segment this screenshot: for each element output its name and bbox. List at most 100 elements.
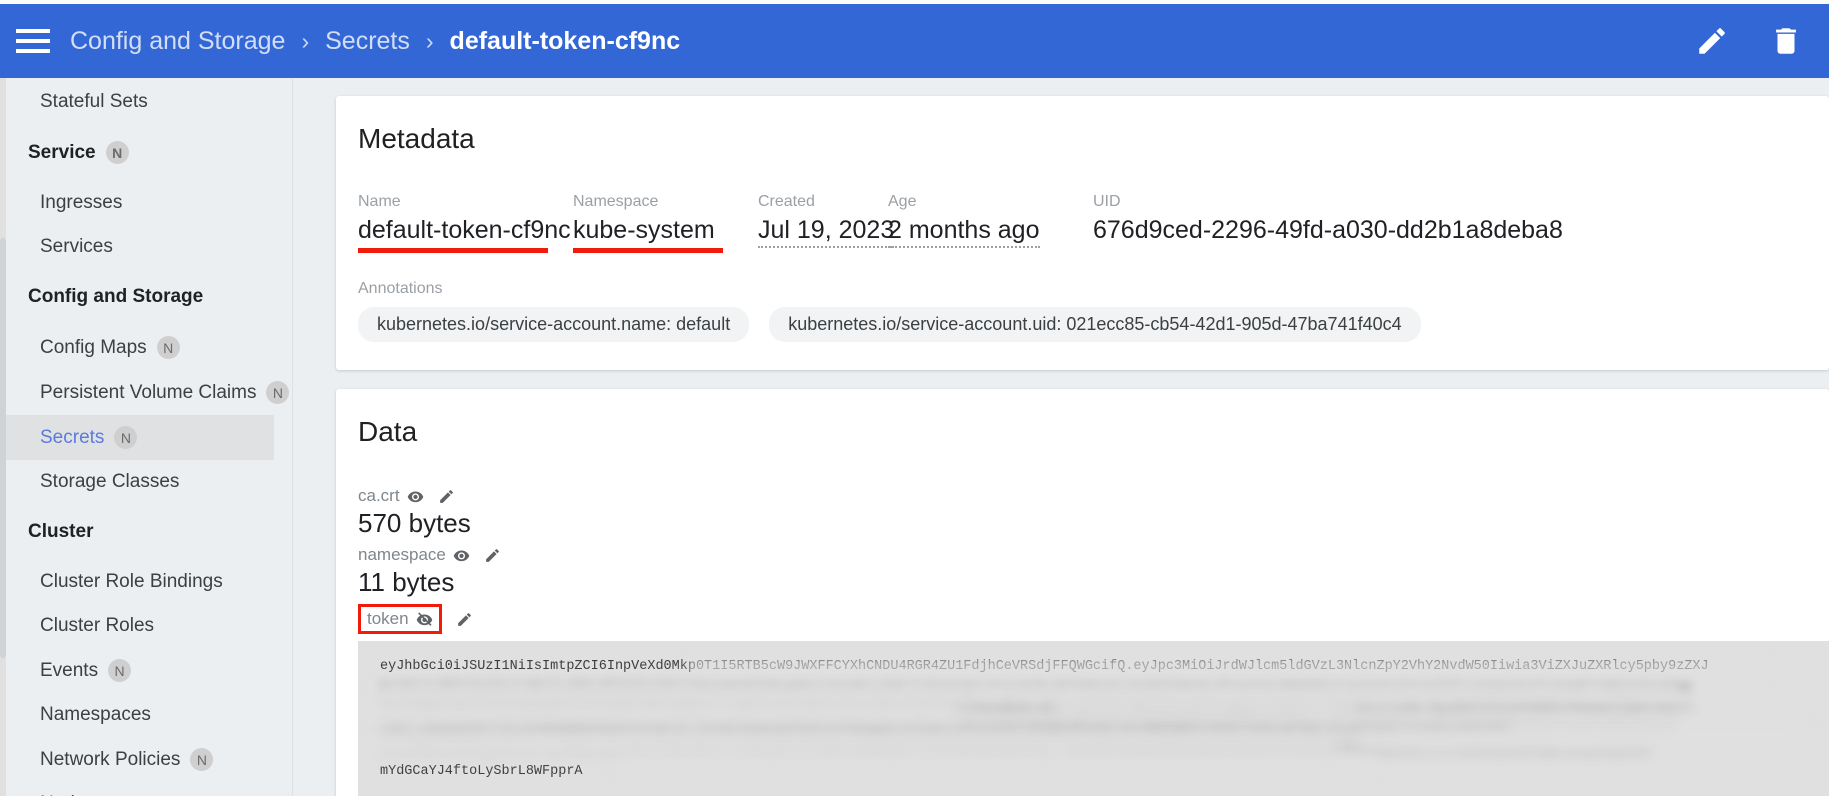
namespaced-badge: N [114,426,138,449]
metadata-label-uid: UID [1093,193,1121,210]
sidebar-item-storage-classes[interactable]: Storage Classes [0,460,274,504]
sidebar-item-label: Stateful Sets [40,91,148,112]
sidebar-group-service: Service N [0,124,292,181]
sidebar-item-nodes[interactable]: Nodes [0,782,274,796]
sidebar-item-label: Network Policies [40,748,181,770]
redaction-smudge [358,701,958,721]
metadata-field-uid: UID 676d9ced-2296-49fd-a030-dd2b1a8deba8 [1093,193,1573,245]
annotation-chip-list: kubernetes.io/service-account.name: defa… [358,307,1829,342]
sidebar-item-cluster-role-bindings[interactable]: Cluster Role Bindings [0,560,274,604]
metadata-field-age: Age 2 months ago [888,193,1093,248]
namespaced-badge: N [266,381,290,404]
metadata-value-age: 2 months ago [888,216,1040,248]
pencil-icon [486,548,499,562]
metadata-label-age: Age [888,193,917,210]
highlighted-key-group: token [358,604,442,634]
sidebar-group-config-and-storage: Config and Storage [0,269,292,325]
redaction-smudge [378,681,1678,697]
metadata-value-name: default-token-cf9nc [358,216,571,244]
namespaced-badge: N [105,141,129,164]
breadcrumb: Config and Storage › Secrets › default-t… [70,27,1695,56]
redaction-smudge [618,757,1378,773]
breadcrumb-item-config-and-storage[interactable]: Config and Storage [70,27,285,56]
data-key-label: token [367,609,409,628]
top-bar-actions [1695,24,1803,58]
annotation-chip[interactable]: kubernetes.io/service-account.name: defa… [358,307,750,342]
sidebar-item-stateful-sets[interactable]: Stateful Sets [0,80,274,124]
eye-icon [453,550,470,561]
sidebar-item-label: Events [40,659,99,681]
token-value-box[interactable]: eyJhbGci0iJSUzI1NiIsImtpZCI6InpVeXd0Mkp0… [358,641,1829,796]
eye-icon [407,491,423,502]
metadata-field-namespace: Namespace kube-system [573,193,758,253]
hide-value-button[interactable] [416,611,433,628]
sidebar-scrollbar[interactable] [0,78,6,796]
data-entry-list: ca.crt 570 bytes namespace 11 bytes token eyJ… [358,486,1829,796]
metadata-value-namespace: kube-system [573,216,715,244]
sidebar-item-persistent-volume-claims[interactable]: Persistent Volume Claims N [0,370,290,415]
sidebar-item-ingresses[interactable]: Ingresses [0,181,274,225]
data-entry-ca-crt: ca.crt 570 bytes [358,486,1829,539]
hamburger-bar-2 [16,39,50,43]
red-highlight-underline [573,248,723,253]
trash-icon [1776,28,1796,54]
sidebar-item-label: Namespaces [40,704,151,725]
sidebar-item-label: Cluster Roles [40,615,155,636]
data-card: Data ca.crt 570 bytes namespace 11 bytes tok… [336,389,1829,796]
edit-value-button[interactable] [438,488,455,505]
edit-value-button[interactable] [484,547,501,564]
sidebar-item-secrets[interactable]: Secrets N [0,415,274,460]
pencil-icon [1699,28,1725,54]
sidebar-item-services[interactable]: Services [0,225,274,269]
data-card-title: Data [358,416,418,447]
sidebar-navigation: Stateful Sets Service N Ingresses Services Co… [0,78,293,796]
namespaced-badge: N [108,659,132,682]
metadata-card: Metadata Name default-token-cf9nc Namespac… [336,96,1829,370]
sidebar-item-label: Ingresses [40,192,123,213]
sidebar-scrollbar-thumb[interactable] [0,238,6,658]
data-value-size: 11 bytes [358,567,455,597]
sidebar-item-label: Storage Classes [40,471,180,492]
metadata-annotations: Annotations kubernetes.io/service-accoun… [358,280,1829,342]
red-highlight-underline [358,248,548,253]
sidebar-item-network-policies[interactable]: Network Policies N [0,737,274,782]
namespaced-badge: N [156,336,180,359]
sidebar-item-namespaces[interactable]: Namespaces [0,693,274,737]
data-key-row: ca.crt [358,486,1829,506]
show-value-button[interactable] [407,488,424,505]
key-group: ca.crt [358,486,424,506]
metadata-label-created: Created [758,193,815,210]
top-app-bar: Config and Storage › Secrets › default-t… [0,4,1829,78]
sidebar-item-label: Services [40,236,113,257]
sidebar-group-label: Config and Storage [28,286,204,307]
sidebar-item-events[interactable]: Events N [0,648,274,693]
data-key-label: ca.crt [358,486,400,505]
annotation-chip[interactable]: kubernetes.io/service-account.uid: 021ec… [769,307,1421,342]
breadcrumb-item-secrets[interactable]: Secrets [325,27,410,56]
show-value-button[interactable] [453,547,470,564]
sidebar-group-cluster: Cluster [0,504,292,560]
sidebar-item-cluster-roles[interactable]: Cluster Roles [0,604,274,648]
annotations-label: Annotations [358,280,443,297]
metadata-label-name: Name [358,193,401,210]
data-key-row: token [358,604,1829,634]
metadata-fields: Name default-token-cf9nc Namespace kube-sys… [358,193,1829,253]
metadata-value-created: Jul 19, 2023 [758,216,895,248]
sidebar-item-list: Stateful Sets Service N Ingresses Services Co… [0,78,292,796]
data-entry-namespace: namespace 11 bytes [358,545,1829,598]
key-group: namespace [358,545,470,565]
hamburger-icon[interactable] [16,24,50,58]
metadata-label-namespace: Namespace [573,193,659,210]
delete-button[interactable] [1769,24,1803,58]
edit-button[interactable] [1695,24,1729,58]
redaction-smudge [358,737,1338,757]
redaction-smudge [1358,733,1828,751]
main-content: Metadata Name default-token-cf9nc Namespac… [293,78,1829,796]
edit-value-button[interactable] [456,611,473,628]
breadcrumb-separator-2: › [425,27,434,54]
sidebar-item-config-maps[interactable]: Config Maps N [0,325,274,370]
namespaced-badge: N [190,748,214,771]
breadcrumb-item-current: default-token-cf9nc [449,26,681,55]
hamburger-bar-3 [16,49,50,53]
data-value-size: 570 bytes [358,508,471,538]
